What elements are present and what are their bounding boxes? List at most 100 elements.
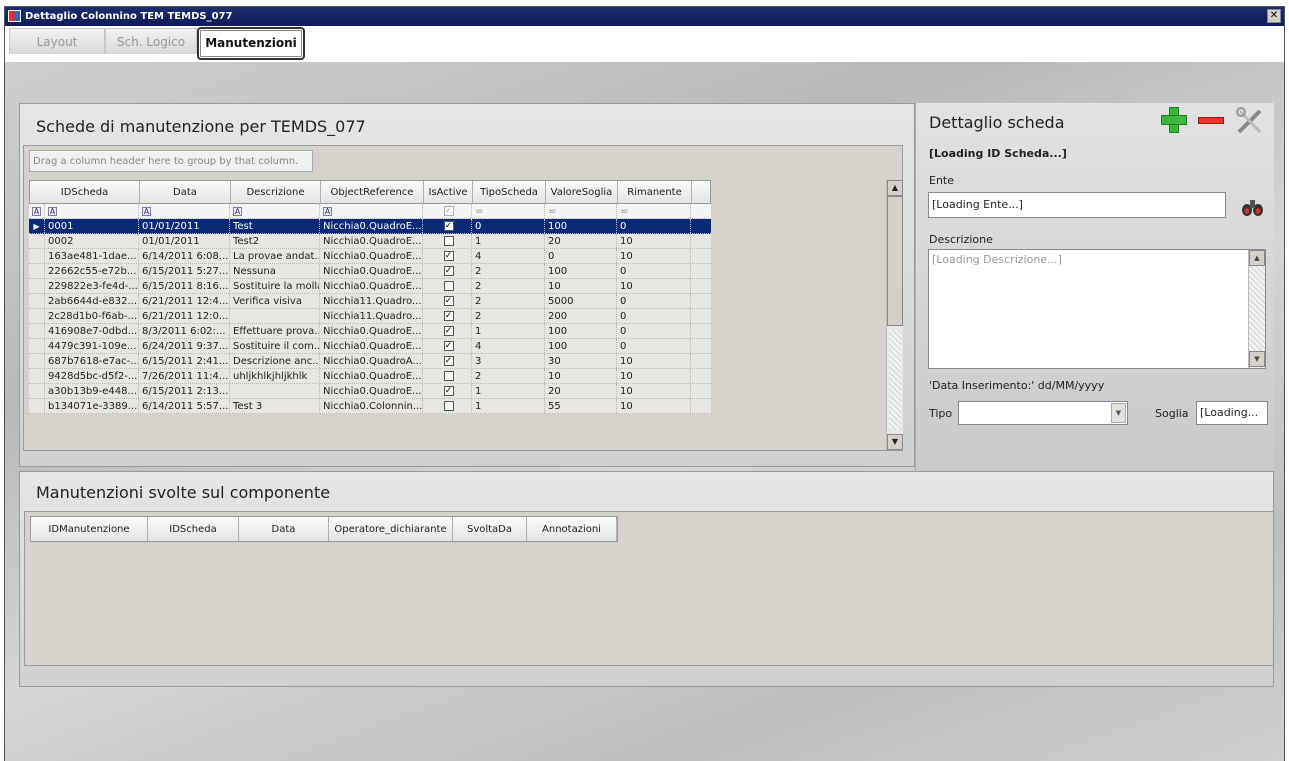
cell-isactive[interactable]: ✓ <box>423 264 472 278</box>
checkbox-unchecked[interactable] <box>443 401 454 411</box>
ente-field[interactable]: [Loading Ente...] <box>928 192 1226 218</box>
table-row[interactable]: 0002 01/01/2011 Test2 Nicchia0.QuadroE... 1 2… <box>29 234 711 249</box>
filter-isactive[interactable]: ✓ <box>423 204 472 218</box>
cell-valoresoglia[interactable]: 5000 <box>545 294 617 308</box>
cell-tiposcheda[interactable]: 1 <box>472 399 545 413</box>
cell-rimanente[interactable]: 10 <box>617 369 691 383</box>
cell-isactive[interactable]: ✓ <box>423 324 472 338</box>
dropdown-arrow-icon[interactable]: ▼ <box>1111 403 1126 423</box>
filter-data[interactable]: A <box>139 204 230 218</box>
col-idmanutenzione[interactable]: IDManutenzione <box>31 517 148 541</box>
row-selector[interactable] <box>29 324 45 338</box>
cell-tiposcheda[interactable]: 2 <box>472 279 545 293</box>
cell-rimanente[interactable]: 10 <box>617 234 691 248</box>
cell-isactive[interactable]: ✓ <box>423 339 472 353</box>
cell-objectreference[interactable]: Nicchia11.Quadro... <box>320 309 423 323</box>
row-selector[interactable] <box>29 249 45 263</box>
cell-valoresoglia[interactable]: 0 <box>545 249 617 263</box>
row-selector[interactable] <box>29 384 45 398</box>
cell-data[interactable]: 01/01/2011 <box>139 219 230 233</box>
table-row[interactable]: 22662c55-e72b... 6/15/2011 5:27... Nessuna… <box>29 264 711 279</box>
cell-valoresoglia[interactable]: 100 <box>545 219 617 233</box>
checkbox-checked[interactable]: ✓ <box>443 356 454 366</box>
tab-layout[interactable]: Layout <box>9 28 105 54</box>
cell-rimanente[interactable]: 10 <box>617 399 691 413</box>
col-data[interactable]: Data <box>140 181 231 203</box>
cell-rimanente[interactable]: 0 <box>617 264 691 278</box>
cell-tiposcheda[interactable]: 2 <box>472 309 545 323</box>
col-tiposcheda[interactable]: TipoScheda <box>473 181 546 203</box>
cell-descrizione[interactable]: Test 3 <box>230 399 320 413</box>
cell-idscheda[interactable]: b134071e-3389... <box>45 399 139 413</box>
cell-data[interactable]: 8/3/2011 6:02:... <box>139 324 230 338</box>
cell-isactive[interactable]: ✓ <box>423 384 472 398</box>
cell-objectreference[interactable]: Nicchia0.QuadroA... <box>320 354 423 368</box>
group-by-hint[interactable]: Drag a column header here to group by th… <box>29 150 313 172</box>
tools-icon[interactable] <box>1236 107 1264 135</box>
scroll-track[interactable] <box>889 330 901 430</box>
cell-descrizione[interactable]: Test2 <box>230 234 320 248</box>
cell-isactive[interactable]: ✓ <box>423 249 472 263</box>
desc-scroll-up-icon[interactable]: ▲ <box>1249 250 1265 266</box>
row-indicator-icon[interactable]: ▶ <box>29 219 45 233</box>
cell-tiposcheda[interactable]: 2 <box>472 369 545 383</box>
cell-data[interactable]: 6/15/2011 2:13... <box>139 384 230 398</box>
cell-idscheda[interactable]: 2ab6644d-e832... <box>45 294 139 308</box>
cell-idscheda[interactable]: 2c28d1b0-f6ab-... <box>45 309 139 323</box>
cell-idscheda[interactable]: 4479c391-109e... <box>45 339 139 353</box>
col-svoltada[interactable]: SvoltaDa <box>453 517 527 541</box>
cell-isactive[interactable] <box>423 234 472 248</box>
cell-objectreference[interactable]: Nicchia0.QuadroE... <box>320 384 423 398</box>
grid-scrollbar[interactable]: ▲ ▼ <box>886 180 903 450</box>
checkbox-unchecked[interactable] <box>443 281 454 291</box>
col-m-idscheda[interactable]: IDScheda <box>148 517 239 541</box>
cell-tiposcheda[interactable]: 4 <box>472 249 545 263</box>
row-selector[interactable] <box>29 234 45 248</box>
cell-idscheda[interactable]: 22662c55-e72b... <box>45 264 139 278</box>
cell-isactive[interactable] <box>423 399 472 413</box>
cell-objectreference[interactable]: Nicchia0.Colonnin... <box>320 399 423 413</box>
row-selector[interactable] <box>29 309 45 323</box>
cell-descrizione[interactable] <box>230 309 320 323</box>
table-row[interactable]: a30b13b9-e448... 6/15/2011 2:13... Nicchia… <box>29 384 711 399</box>
desc-scroll-down-icon[interactable]: ▼ <box>1249 351 1265 367</box>
table-row[interactable]: 687b7618-e7ac-... 6/15/2011 2:41... Descri… <box>29 354 711 369</box>
cell-isactive[interactable]: ✓ <box>423 294 472 308</box>
row-selector[interactable] <box>29 339 45 353</box>
cell-tiposcheda[interactable]: 3 <box>472 354 545 368</box>
tipo-select[interactable]: ▼ <box>958 401 1128 425</box>
checkbox-unchecked[interactable] <box>443 371 454 381</box>
binoculars-icon[interactable] <box>1241 196 1265 218</box>
cell-data[interactable]: 6/15/2011 8:16... <box>139 279 230 293</box>
filter-objectreference[interactable]: A <box>320 204 423 218</box>
scroll-thumb[interactable] <box>887 196 903 326</box>
table-row[interactable]: 163ae481-1dae... 6/14/2011 6:08... La prov… <box>29 249 711 264</box>
cell-isactive[interactable]: ✓ <box>423 219 472 233</box>
row-selector[interactable] <box>29 294 45 308</box>
cell-descrizione[interactable]: Test <box>230 219 320 233</box>
scroll-down-icon[interactable]: ▼ <box>887 434 903 450</box>
cell-idscheda[interactable]: 0001 <box>45 219 139 233</box>
col-isactive[interactable]: IsActive <box>424 181 473 203</box>
cell-valoresoglia[interactable]: 20 <box>545 384 617 398</box>
filter-tiposcheda[interactable]: = <box>472 204 545 218</box>
cell-data[interactable]: 6/14/2011 5:57... <box>139 399 230 413</box>
cell-valoresoglia[interactable]: 30 <box>545 354 617 368</box>
filter-descrizione[interactable]: A <box>230 204 320 218</box>
row-selector[interactable] <box>29 399 45 413</box>
cell-rimanente[interactable]: 10 <box>617 249 691 263</box>
checkbox-checked[interactable]: ✓ <box>443 296 454 306</box>
cell-idscheda[interactable]: 416908e7-0dbd... <box>45 324 139 338</box>
soglia-field[interactable]: [Loading... <box>1196 401 1268 425</box>
cell-tiposcheda[interactable]: 4 <box>472 339 545 353</box>
cell-descrizione[interactable]: Descrizione anc... <box>230 354 320 368</box>
cell-tiposcheda[interactable]: 1 <box>472 234 545 248</box>
cell-objectreference[interactable]: Nicchia11.Quadro... <box>320 294 423 308</box>
cell-data[interactable]: 6/15/2011 2:41... <box>139 354 230 368</box>
cell-idscheda[interactable]: 9428d5bc-d5f2-... <box>45 369 139 383</box>
remove-icon[interactable] <box>1198 117 1224 124</box>
cell-data[interactable]: 01/01/2011 <box>139 234 230 248</box>
cell-valoresoglia[interactable]: 100 <box>545 339 617 353</box>
close-icon[interactable]: ✕ <box>1267 9 1281 23</box>
table-row[interactable]: 9428d5bc-d5f2-... 7/26/2011 11:4... uhljkh… <box>29 369 711 384</box>
